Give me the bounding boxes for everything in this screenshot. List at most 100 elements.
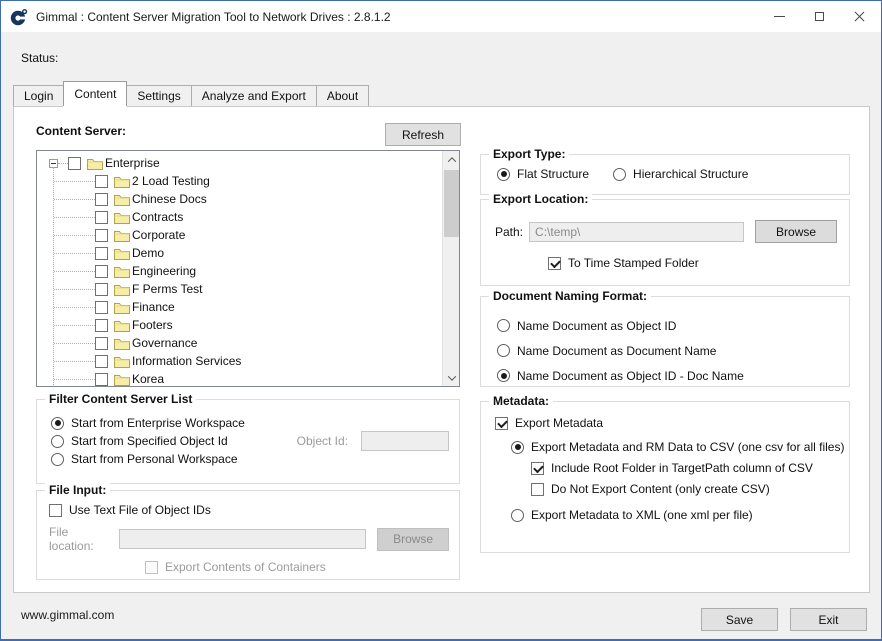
filter-content-server-group: Filter Content Server List Start from En…	[36, 399, 460, 484]
csv-option-radio[interactable]	[511, 441, 524, 454]
tree-item-checkbox[interactable]	[95, 265, 108, 278]
radio-label: Start from Specified Object Id	[71, 434, 228, 448]
tree-connector	[54, 325, 95, 326]
tree-item[interactable]: Korea	[37, 370, 441, 387]
tree-item[interactable]: Engineering	[37, 262, 441, 280]
path-field[interactable]: C:\temp\	[529, 222, 744, 242]
no-content-checkbox[interactable]	[531, 483, 544, 496]
tab-about[interactable]: About	[316, 85, 369, 106]
close-button[interactable]	[839, 1, 879, 32]
export-contents-checkbox[interactable]	[145, 561, 158, 574]
start-object-id-radio[interactable]	[51, 435, 64, 448]
object-id-field[interactable]	[361, 431, 449, 451]
exit-button[interactable]: Exit	[790, 608, 867, 631]
file-location-browse-button[interactable]: Browse	[377, 528, 449, 551]
no-content-row[interactable]: Do Not Export Content (only create CSV)	[531, 482, 849, 496]
folder-icon	[114, 301, 130, 314]
hierarchical-structure-radio[interactable]	[613, 168, 626, 181]
tree-connector	[58, 163, 68, 164]
tree-item[interactable]: 2 Load Testing	[37, 172, 441, 190]
scrollbar-thumb[interactable]	[444, 170, 459, 237]
folder-icon	[114, 211, 130, 224]
use-text-file-checkbox[interactable]	[49, 504, 62, 517]
tree-item-checkbox[interactable]	[95, 301, 108, 314]
xml-option-radio[interactable]	[511, 509, 524, 522]
tree-item-label: Enterprise	[105, 156, 160, 170]
tree-item-checkbox[interactable]	[95, 229, 108, 242]
tree-item-checkbox[interactable]	[95, 193, 108, 206]
tree-item-checkbox[interactable]	[95, 373, 108, 386]
document-naming-group-title: Document Naming Format:	[489, 289, 651, 303]
window-controls	[759, 1, 879, 32]
name-object-id-row[interactable]: Name Document as Object ID	[497, 313, 849, 338]
tab-analyze-and-export[interactable]: Analyze and Export	[191, 85, 317, 106]
tree-item-checkbox[interactable]	[95, 175, 108, 188]
tree-item-checkbox[interactable]	[95, 211, 108, 224]
include-root-row[interactable]: Include Root Folder in TargetPath column…	[531, 461, 849, 475]
refresh-button[interactable]: Refresh	[385, 123, 461, 146]
tree-connector	[54, 307, 95, 308]
tab-settings[interactable]: Settings	[126, 85, 191, 106]
tree-item[interactable]: Chinese Docs	[37, 190, 441, 208]
tab-login[interactable]: Login	[13, 85, 64, 106]
tree-item-checkbox[interactable]	[95, 319, 108, 332]
name-id-doc-name-row[interactable]: Name Document as Object ID - Doc Name	[497, 363, 849, 388]
folder-icon	[114, 373, 130, 386]
tree-item[interactable]: Corporate	[37, 226, 441, 244]
name-object-id-radio[interactable]	[497, 319, 510, 332]
scroll-up-icon[interactable]	[443, 151, 460, 168]
tree-item[interactable]: Demo	[37, 244, 441, 262]
file-location-field[interactable]	[119, 529, 367, 549]
tree-item[interactable]: F Perms Test	[37, 280, 441, 298]
start-enterprise-radio[interactable]	[51, 417, 64, 430]
start-personal-radio[interactable]	[51, 453, 64, 466]
use-text-file-row[interactable]: Use Text File of Object IDs	[49, 503, 449, 517]
tree-item[interactable]: Information Services	[37, 352, 441, 370]
export-metadata-checkbox[interactable]	[495, 417, 508, 430]
flat-structure-row[interactable]: Flat Structure	[497, 167, 589, 181]
name-document-name-row[interactable]: Name Document as Document Name	[497, 338, 849, 363]
tree-item-root[interactable]: Enterprise	[37, 154, 441, 172]
radio-row-specified-object-id[interactable]: Start from Specified Object Id Object Id…	[51, 432, 449, 450]
path-browse-button[interactable]: Browse	[755, 220, 837, 243]
file-location-row: File location: Browse	[49, 525, 449, 553]
content-server-tree[interactable]: Enterprise 2 Load Testing Chinese Docs C…	[36, 150, 460, 387]
tree-item[interactable]: Governance	[37, 334, 441, 352]
tree-connector	[54, 235, 95, 236]
tree-item-checkbox[interactable]	[95, 247, 108, 260]
hierarchical-structure-row[interactable]: Hierarchical Structure	[613, 167, 748, 181]
metadata-group: Metadata: Export Metadata Export Metadat…	[480, 401, 850, 553]
tree-item-label: Engineering	[132, 264, 196, 278]
tree-item[interactable]: Contracts	[37, 208, 441, 226]
csv-option-row[interactable]: Export Metadata and RM Data to CSV (one …	[511, 440, 849, 454]
folder-icon	[114, 337, 130, 350]
tree-item-label: Information Services	[132, 354, 241, 368]
timestamp-checkbox[interactable]	[548, 257, 561, 270]
name-document-name-radio[interactable]	[497, 344, 510, 357]
radio-label: Export Metadata to XML (one xml per file…	[531, 508, 753, 522]
tree-item[interactable]: Footers	[37, 316, 441, 334]
tree-item-checkbox[interactable]	[95, 355, 108, 368]
include-root-checkbox[interactable]	[531, 462, 544, 475]
save-button[interactable]: Save	[701, 608, 778, 631]
flat-structure-radio[interactable]	[497, 168, 510, 181]
scroll-down-icon[interactable]	[443, 369, 460, 386]
tree-item-checkbox[interactable]	[95, 337, 108, 350]
tree-root-checkbox[interactable]	[68, 157, 81, 170]
tree-scrollbar[interactable]	[442, 151, 459, 386]
radio-label: Hierarchical Structure	[633, 167, 748, 181]
radio-row-enterprise-workspace[interactable]: Start from Enterprise Workspace	[51, 414, 449, 432]
tree-item-checkbox[interactable]	[95, 283, 108, 296]
tab-content[interactable]: Content	[63, 81, 127, 106]
export-contents-row[interactable]: Export Contents of Containers	[145, 560, 449, 574]
export-metadata-row[interactable]: Export Metadata	[495, 416, 849, 430]
radio-row-personal-workspace[interactable]: Start from Personal Workspace	[51, 450, 449, 468]
name-id-doc-name-radio[interactable]	[497, 369, 510, 382]
timestamp-row[interactable]: To Time Stamped Folder	[548, 256, 849, 270]
website-link[interactable]: www.gimmal.com	[21, 608, 114, 622]
radio-label: Flat Structure	[517, 167, 589, 181]
maximize-button[interactable]	[799, 1, 839, 32]
xml-option-row[interactable]: Export Metadata to XML (one xml per file…	[511, 508, 849, 522]
tree-item[interactable]: Finance	[37, 298, 441, 316]
minimize-button[interactable]	[759, 1, 799, 32]
